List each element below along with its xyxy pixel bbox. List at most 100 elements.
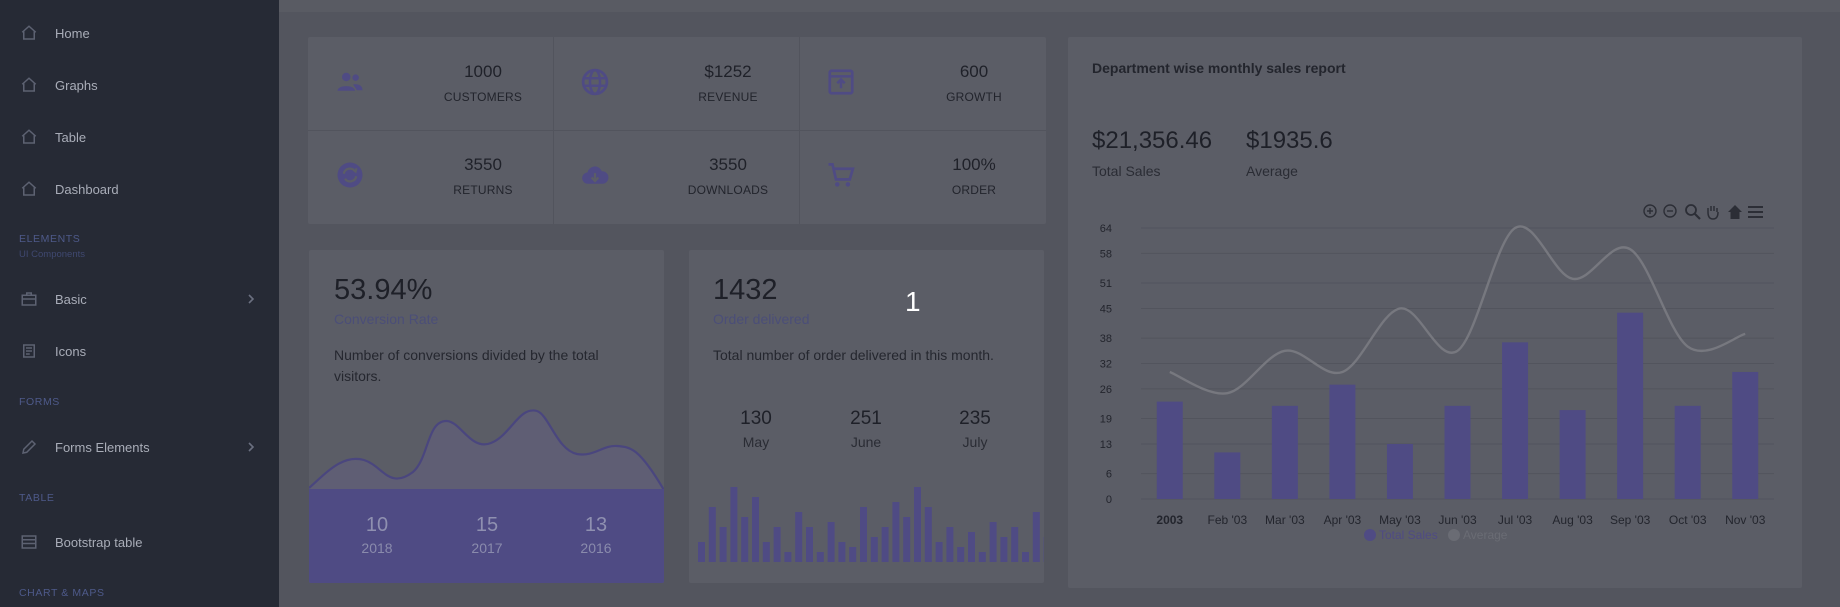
section-table: TABLE xyxy=(19,492,55,504)
orders-bar xyxy=(860,507,867,562)
overlay-annotation-label: 1 xyxy=(905,286,921,317)
sales-report-card: Department wise monthly sales report $21… xyxy=(1068,37,1802,588)
home-icon xyxy=(21,25,37,40)
legend-marker-average xyxy=(1448,529,1460,541)
sales-bar xyxy=(1444,405,1471,499)
x-tick-label: May '03 xyxy=(1379,513,1421,527)
x-tick-label: Nov '03 xyxy=(1725,513,1766,527)
x-tick-label: Mar '03 xyxy=(1265,513,1305,527)
home-icon xyxy=(21,77,37,92)
y-tick-label: 19 xyxy=(1100,414,1112,426)
y-tick-label: 32 xyxy=(1100,359,1112,371)
archive-icon xyxy=(828,69,854,95)
sync-icon xyxy=(337,162,363,188)
sidebar-item-label: Graphs xyxy=(55,77,98,93)
cloud-download-icon xyxy=(582,166,609,184)
stat-growth: 600 GROWTH xyxy=(799,37,1044,133)
orders-bar xyxy=(870,537,878,562)
sidebar-item-table[interactable]: Table xyxy=(0,117,279,157)
sales-bar xyxy=(1732,371,1759,499)
orders-bar xyxy=(892,502,900,562)
y-tick-label: 38 xyxy=(1100,333,1112,345)
orders-bar xyxy=(762,542,770,562)
orders-bar xyxy=(730,487,738,562)
stat-value: $1252 xyxy=(704,62,752,81)
legend-label-total-sales[interactable]: Total Sales xyxy=(1379,528,1438,542)
year-stat-2017: 15 2017 xyxy=(437,514,537,556)
x-tick-label: Feb '03 xyxy=(1207,513,1247,527)
year-stat-2018: 10 2018 xyxy=(327,514,427,556)
y-tick-label: 26 xyxy=(1100,384,1112,396)
x-tick-label: Jul '03 xyxy=(1498,513,1533,527)
y-tick-label: 6 xyxy=(1106,469,1112,481)
sidebar-item-home[interactable]: Home xyxy=(0,13,279,53)
x-tick-label: Apr '03 xyxy=(1324,513,1362,527)
orders-bar xyxy=(903,517,911,562)
top-header-bar xyxy=(279,0,1840,12)
home-icon xyxy=(21,181,37,196)
sidebar-item-icons[interactable]: Icons xyxy=(0,331,279,371)
sales-bar xyxy=(1329,384,1356,499)
cart-icon xyxy=(828,163,855,187)
gem-icon xyxy=(23,344,35,358)
sidebar-item-graphs[interactable]: Graphs xyxy=(0,65,279,105)
sidebar-item-basic[interactable]: Basic xyxy=(0,279,279,319)
y-tick-label: 13 xyxy=(1100,439,1112,451)
year-stat-year: 2018 xyxy=(361,540,393,556)
orders-bar xyxy=(741,517,749,562)
year-stat-value: 15 xyxy=(475,514,499,536)
x-tick-label: Aug '03 xyxy=(1552,513,1593,527)
sidebar-item-forms-elements[interactable]: Forms Elements xyxy=(0,427,279,467)
section-elements: ELEMENTS xyxy=(19,233,81,245)
stat-customers: 1000 CUSTOMERS xyxy=(308,37,553,133)
orders-bar xyxy=(1011,527,1019,562)
chevron-right-icon xyxy=(248,294,255,304)
x-tick-label: Sep '03 xyxy=(1610,513,1651,527)
orders-bar xyxy=(978,552,986,562)
orders-bar xyxy=(795,512,803,562)
users-icon xyxy=(337,72,363,91)
stat-label: GROWTH xyxy=(946,90,1002,104)
orders-sparkbar-chart xyxy=(698,487,1044,562)
sidebar-item-label: Icons xyxy=(55,343,87,359)
sales-bar xyxy=(1271,405,1298,499)
year-stat-value: 10 xyxy=(365,514,389,536)
stat-label: DOWNLOADS xyxy=(687,183,769,197)
sidebar-item-label: Table xyxy=(55,129,87,145)
sidebar-item-bootstrap-table[interactable]: Bootstrap table xyxy=(0,522,279,562)
stat-label: ORDER xyxy=(951,183,997,197)
orders-bar xyxy=(935,542,943,562)
chevron-right-icon xyxy=(248,442,255,452)
orders-bar xyxy=(946,527,954,562)
orders-card: 1432 Order delivered Total number of ord… xyxy=(689,250,1044,583)
sales-bar xyxy=(1386,443,1413,499)
orders-bar xyxy=(881,527,889,562)
sales-bar xyxy=(1674,405,1701,499)
sidebar-item-dashboard[interactable]: Dashboard xyxy=(0,169,279,209)
stat-downloads: 3550 DOWNLOADS xyxy=(553,130,798,226)
orders-bar xyxy=(698,542,705,562)
orders-bar xyxy=(752,497,759,562)
sales-bar xyxy=(1156,401,1183,499)
orders-bar xyxy=(957,547,965,562)
sidebar-item-label: Dashboard xyxy=(55,181,119,197)
stats-card: 1000 CUSTOMERS $1252 REVENUE 600 GROWTH … xyxy=(308,37,1046,224)
sales-chart: 0 6 13 19 26 32 38 45 51 58 64 2003 Feb '03 Mar '03 Ap… xyxy=(1100,223,1774,542)
stat-value: 1000 xyxy=(464,62,502,81)
sales-bar xyxy=(1502,342,1529,499)
orders-bar xyxy=(1032,512,1040,562)
sidebar-item-label: Forms Elements xyxy=(55,439,150,455)
stat-value: 3550 xyxy=(464,155,502,174)
orders-bar xyxy=(838,542,846,562)
orders-bar xyxy=(849,547,857,562)
orders-bar xyxy=(827,522,835,562)
stat-value: 600 xyxy=(959,62,989,81)
y-tick-label: 51 xyxy=(1100,278,1112,290)
y-tick-label: 64 xyxy=(1100,223,1112,235)
orders-bar xyxy=(968,532,975,562)
y-tick-label: 58 xyxy=(1100,248,1112,260)
orders-bar xyxy=(1022,552,1029,562)
x-tick-label: 2003 xyxy=(1156,513,1183,527)
y-tick-label: 45 xyxy=(1100,303,1112,315)
legend-label-average[interactable]: Average xyxy=(1463,528,1508,542)
